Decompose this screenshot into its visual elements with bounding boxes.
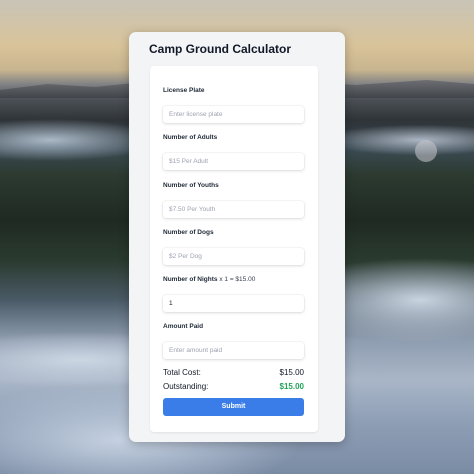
outstanding-value: $15.00: [279, 382, 304, 391]
nights-cost-text: x 1 = $15.00: [219, 276, 256, 283]
calculator-panel: Camp Ground Calculator License Plate Ent…: [129, 32, 345, 442]
submit-button[interactable]: Submit: [163, 398, 304, 416]
adults-label: Number of Adults: [163, 134, 218, 141]
youths-input[interactable]: $7.50 Per Youth: [163, 201, 304, 218]
dogs-input[interactable]: $2 Per Dog: [163, 248, 304, 265]
total-cost-label: Total Cost:: [163, 368, 201, 377]
dogs-label: Number of Dogs: [163, 229, 214, 236]
page-title: Camp Ground Calculator: [149, 42, 292, 56]
adults-input[interactable]: $15 Per Adult: [163, 153, 304, 170]
nights-label-text: Number of Nights: [163, 276, 218, 283]
amount-paid-label: Amount Paid: [163, 323, 204, 330]
nights-label: Number of Nights x 1 = $15.00: [163, 276, 255, 283]
nights-input[interactable]: 1: [163, 295, 304, 312]
outstanding-row: Outstanding: $15.00: [163, 382, 304, 391]
form-card: License Plate Enter license plate Number…: [150, 66, 318, 432]
license-plate-input[interactable]: Enter license plate: [163, 106, 304, 123]
youths-label: Number of Youths: [163, 182, 219, 189]
floating-circle: [415, 140, 437, 162]
total-cost-row: Total Cost: $15.00: [163, 368, 304, 377]
license-plate-label: License Plate: [163, 87, 205, 94]
amount-paid-input[interactable]: Enter amount paid: [163, 342, 304, 359]
outstanding-label: Outstanding:: [163, 382, 209, 391]
total-cost-value: $15.00: [279, 368, 304, 377]
